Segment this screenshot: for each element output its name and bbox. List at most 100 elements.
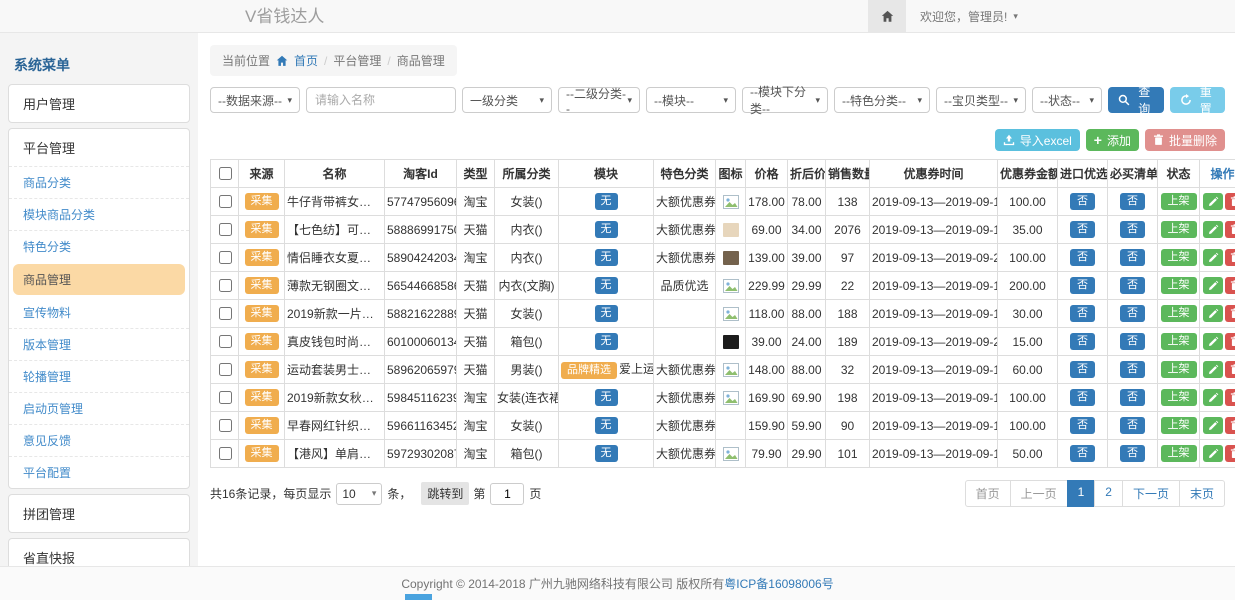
sidebar-subitem[interactable]: 轮播管理 [9, 360, 189, 392]
per-page-select[interactable]: 10 ▾ [336, 483, 382, 505]
row-checkbox[interactable] [219, 447, 232, 460]
row-checkbox[interactable] [219, 279, 232, 292]
must-buy-toggle[interactable]: 否 [1120, 305, 1145, 322]
sidebar-subitem[interactable]: 版本管理 [9, 328, 189, 360]
delete-button[interactable] [1225, 305, 1235, 322]
import-select-toggle[interactable]: 否 [1070, 417, 1095, 434]
must-buy-toggle[interactable]: 否 [1120, 193, 1145, 210]
import-select-toggle[interactable]: 否 [1070, 193, 1095, 210]
row-checkbox[interactable] [219, 223, 232, 236]
import-select-toggle[interactable]: 否 [1070, 249, 1095, 266]
page-button[interactable]: 下一页 [1122, 480, 1180, 507]
sidebar-subitem[interactable]: 商品管理 [13, 264, 185, 295]
import-select-toggle[interactable]: 否 [1070, 445, 1095, 462]
must-buy-toggle[interactable]: 否 [1120, 417, 1145, 434]
edit-button[interactable] [1203, 193, 1223, 210]
breadcrumb-home-link[interactable]: 首页 [294, 52, 318, 69]
sidebar-subitem[interactable]: 意见反馈 [9, 424, 189, 456]
row-checkbox[interactable] [219, 335, 232, 348]
status-button[interactable]: 上架 [1161, 333, 1197, 350]
page-button[interactable]: 末页 [1179, 480, 1225, 507]
home-button[interactable] [868, 0, 906, 33]
filter-select[interactable]: --模块--▾ [646, 87, 736, 113]
import-select-toggle[interactable]: 否 [1070, 277, 1095, 294]
sidebar-subitem[interactable]: 模块商品分类 [9, 198, 189, 230]
edit-button[interactable] [1203, 445, 1223, 462]
filter-select[interactable]: --状态--▾ [1032, 87, 1102, 113]
import-select-toggle[interactable]: 否 [1070, 305, 1095, 322]
must-buy-toggle[interactable]: 否 [1120, 221, 1145, 238]
edit-button[interactable] [1203, 305, 1223, 322]
status-button[interactable]: 上架 [1161, 305, 1197, 322]
status-button[interactable]: 上架 [1161, 193, 1197, 210]
must-buy-toggle[interactable]: 否 [1120, 333, 1145, 350]
edit-button[interactable] [1203, 389, 1223, 406]
delete-button[interactable] [1225, 361, 1235, 378]
edit-button[interactable] [1203, 221, 1223, 238]
edit-button[interactable] [1203, 417, 1223, 434]
icp-link[interactable]: 粤ICP备16098006号 [724, 575, 833, 592]
must-buy-toggle[interactable]: 否 [1120, 361, 1145, 378]
status-button[interactable]: 上架 [1161, 277, 1197, 294]
delete-button[interactable] [1225, 333, 1235, 350]
name-search-input[interactable] [306, 87, 456, 113]
edit-button[interactable] [1203, 277, 1223, 294]
page-button[interactable]: 上一页 [1010, 480, 1068, 507]
page-button[interactable]: 2 [1094, 480, 1123, 507]
delete-button[interactable] [1225, 249, 1235, 266]
row-checkbox[interactable] [219, 251, 232, 264]
reset-button[interactable]: 重置 [1170, 87, 1226, 113]
delete-button[interactable] [1225, 445, 1235, 462]
sidebar-subitem[interactable]: 平台配置 [9, 456, 189, 488]
filter-select[interactable]: --二级分类--▾ [558, 87, 640, 113]
sidebar-group-label[interactable]: 平台管理 [9, 129, 189, 166]
status-button[interactable]: 上架 [1161, 417, 1197, 434]
page-button[interactable]: 首页 [965, 480, 1011, 507]
delete-button[interactable] [1225, 221, 1235, 238]
import-select-toggle[interactable]: 否 [1070, 361, 1095, 378]
search-button[interactable]: 查询 [1108, 87, 1164, 113]
status-button[interactable]: 上架 [1161, 249, 1197, 266]
filter-select[interactable]: 一级分类▾ [462, 87, 552, 113]
delete-button[interactable] [1225, 389, 1235, 406]
status-button[interactable]: 上架 [1161, 361, 1197, 378]
edit-button[interactable] [1203, 361, 1223, 378]
sidebar-subitem[interactable]: 特色分类 [9, 230, 189, 262]
edit-button[interactable] [1203, 333, 1223, 350]
row-checkbox[interactable] [219, 419, 232, 432]
must-buy-toggle[interactable]: 否 [1120, 389, 1145, 406]
status-button[interactable]: 上架 [1161, 445, 1197, 462]
must-buy-toggle[interactable]: 否 [1120, 277, 1145, 294]
delete-button[interactable] [1225, 417, 1235, 434]
select-all-checkbox[interactable] [219, 167, 232, 180]
row-checkbox[interactable] [219, 307, 232, 320]
row-checkbox[interactable] [219, 363, 232, 376]
import-select-toggle[interactable]: 否 [1070, 333, 1095, 350]
status-button[interactable]: 上架 [1161, 389, 1197, 406]
page-number-input[interactable] [490, 483, 524, 505]
batch-delete-button[interactable]: 批量删除 [1145, 129, 1225, 151]
page-button[interactable]: 1 [1067, 480, 1096, 507]
edit-button[interactable] [1203, 249, 1223, 266]
filter-select[interactable]: --宝贝类型--▾ [936, 87, 1026, 113]
sidebar-subitem[interactable]: 商品分类 [9, 166, 189, 198]
sidebar-subitem[interactable]: 宣传物料 [9, 297, 189, 328]
delete-button[interactable] [1225, 277, 1235, 294]
add-button[interactable]: + 添加 [1086, 129, 1139, 151]
jump-to-button[interactable]: 跳转到 [421, 482, 469, 505]
sidebar-group-label[interactable]: 用户管理 [9, 85, 189, 122]
import-excel-button[interactable]: 导入excel [995, 129, 1080, 151]
sidebar-subitem[interactable]: 启动页管理 [9, 392, 189, 424]
row-checkbox[interactable] [219, 195, 232, 208]
must-buy-toggle[interactable]: 否 [1120, 445, 1145, 462]
must-buy-toggle[interactable]: 否 [1120, 249, 1145, 266]
sidebar-group-label[interactable]: 拼团管理 [9, 495, 189, 532]
import-select-toggle[interactable]: 否 [1070, 221, 1095, 238]
user-menu[interactable]: 欢迎您，管理员! ▾ [906, 0, 1032, 33]
filter-select[interactable]: --数据来源--▾ [210, 87, 300, 113]
sidebar-group-label[interactable]: 省直快报 [9, 539, 189, 566]
status-button[interactable]: 上架 [1161, 221, 1197, 238]
import-select-toggle[interactable]: 否 [1070, 389, 1095, 406]
delete-button[interactable] [1225, 193, 1235, 210]
filter-select[interactable]: --模块下分类--▾ [742, 87, 828, 113]
